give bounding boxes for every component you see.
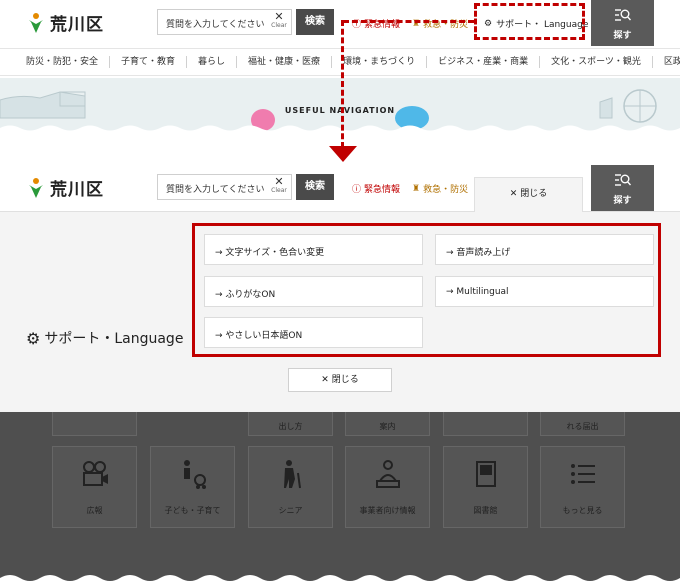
rescue-link[interactable]: ♜ 救急・防災 — [412, 182, 469, 196]
rescue-link[interactable]: ♜ 救急・防災 — [412, 17, 469, 31]
arakawa-logo-icon — [29, 177, 43, 198]
site-logo[interactable]: 荒川区 — [28, 10, 104, 35]
torn-edge — [0, 575, 680, 585]
tile-partial: 案内 — [345, 412, 430, 436]
tile-label: シニア — [278, 506, 303, 515]
list-icon — [570, 464, 595, 484]
site-logo[interactable]: 荒川区 — [28, 175, 104, 200]
arrow-down-icon — [329, 146, 357, 162]
tile-label: 図書館 — [473, 506, 498, 515]
tile-senior[interactable]: シニア — [248, 446, 333, 528]
find-button[interactable]: 探す — [591, 165, 654, 211]
tile-library[interactable]: 図書館 — [443, 446, 528, 528]
tile-label: 子ども・子育て — [164, 506, 221, 515]
nav-item-welfare[interactable]: 福祉・健康・医療 — [237, 56, 333, 68]
support-section-title: ⚙ サポート・Language — [26, 328, 183, 348]
close-icon: ✕ — [509, 189, 521, 199]
tile-partial — [443, 412, 528, 436]
navigation-banner: USEFUL NAVIGATION — [0, 78, 680, 135]
tile-business[interactable]: 事業者向け情報 — [345, 446, 430, 528]
close-tab[interactable]: ✕ 閉じる — [474, 177, 583, 212]
gear-icon: ⚙ — [26, 328, 41, 348]
site-name: 荒川区 — [50, 15, 104, 35]
close-tab-label: 閉じる — [520, 189, 548, 199]
tile-partial — [52, 412, 137, 436]
menu-search-icon — [614, 9, 631, 21]
business-person-icon — [375, 460, 400, 488]
close-button[interactable]: ✕ 閉じる — [288, 368, 392, 392]
clear-label: Clear — [271, 187, 287, 194]
dimmed-page-overlay: 出し方 案内 れる届出 広報 子ども・子育て シニア 事業者向け情報 図書館 も… — [0, 412, 680, 585]
tile-label: 事業者向け情報 — [359, 506, 416, 515]
emergency-label: 緊急情報 — [364, 20, 401, 30]
nav-item-living[interactable]: 暮らし — [187, 56, 238, 68]
menu-search-icon — [614, 174, 631, 186]
tile-label: れる届出 — [566, 422, 599, 431]
nav-item-government[interactable]: 区政情報 — [653, 56, 680, 68]
emergency-link[interactable]: ⓘ 緊急情報 — [352, 182, 400, 195]
stroller-icon — [183, 460, 206, 489]
find-label: 探す — [613, 31, 632, 41]
screenshot-after: 荒川区 質問を入力してください ✕ Clear 検索 ⓘ 緊急情報 ♜ 救急・防災… — [0, 165, 680, 585]
tile-label: 案内 — [379, 422, 396, 431]
video-camera-icon — [82, 461, 108, 486]
clear-button[interactable]: ✕ Clear — [268, 11, 290, 29]
arakawa-logo-icon — [29, 12, 43, 33]
tile-publicity[interactable]: 広報 — [52, 446, 137, 528]
search-button[interactable]: 検索 — [296, 174, 334, 200]
site-name: 荒川区 — [50, 180, 104, 200]
nav-item-education[interactable]: 子育て・教育 — [110, 56, 188, 68]
banner-title: USEFUL NAVIGATION — [284, 106, 396, 115]
nav-item-safety[interactable]: 防災・防犯・安全 — [0, 56, 111, 68]
tile-label: 広報 — [86, 506, 103, 515]
siren-icon: ♜ — [412, 183, 421, 194]
tile-partial: れる届出 — [540, 412, 625, 436]
clear-label: Clear — [271, 22, 287, 29]
close-icon: ✕ — [321, 375, 332, 385]
support-section-label: サポート・Language — [44, 331, 184, 347]
tile-more[interactable]: もっと見る — [540, 446, 625, 528]
global-nav: 防災・防犯・安全 子育て・教育 暮らし 福祉・健康・医療 環境・まちづくり ビジ… — [0, 48, 680, 76]
tile-partial: 出し方 — [248, 412, 333, 436]
emergency-link[interactable]: ⓘ 緊急情報 — [352, 17, 400, 30]
emergency-label: 緊急情報 — [364, 185, 401, 195]
senior-icon — [283, 460, 301, 489]
book-icon — [475, 461, 496, 487]
nav-item-environment[interactable]: 環境・まちづくり — [332, 56, 428, 68]
screenshot-before: 荒川区 質問を入力してください ✕ Clear 検索 ⓘ 緊急情報 ♜ 救急・防災… — [0, 0, 680, 135]
rescue-label: 救急・防災 — [423, 185, 469, 195]
find-label: 探す — [613, 196, 632, 206]
tile-label: もっと見る — [562, 506, 603, 515]
nav-item-culture[interactable]: 文化・スポーツ・観光 — [540, 56, 653, 68]
tile-label: 出し方 — [278, 422, 303, 431]
close-button-label: 閉じる — [331, 375, 359, 385]
nav-item-business[interactable]: ビジネス・産業・商業 — [427, 56, 541, 68]
pointer-line-vertical — [341, 20, 344, 148]
tile-children[interactable]: 子ども・子育て — [150, 446, 235, 528]
find-button[interactable]: 探す — [591, 0, 654, 46]
alert-icon: ⓘ — [352, 185, 362, 195]
highlight-support-menu — [192, 223, 661, 357]
highlight-support-button — [474, 3, 585, 40]
pointer-line-horizontal — [343, 20, 474, 23]
search-button[interactable]: 検索 — [296, 9, 334, 35]
clear-button[interactable]: ✕ Clear — [268, 176, 290, 194]
alert-icon: ⓘ — [352, 20, 362, 30]
rescue-label: 救急・防災 — [423, 20, 469, 30]
